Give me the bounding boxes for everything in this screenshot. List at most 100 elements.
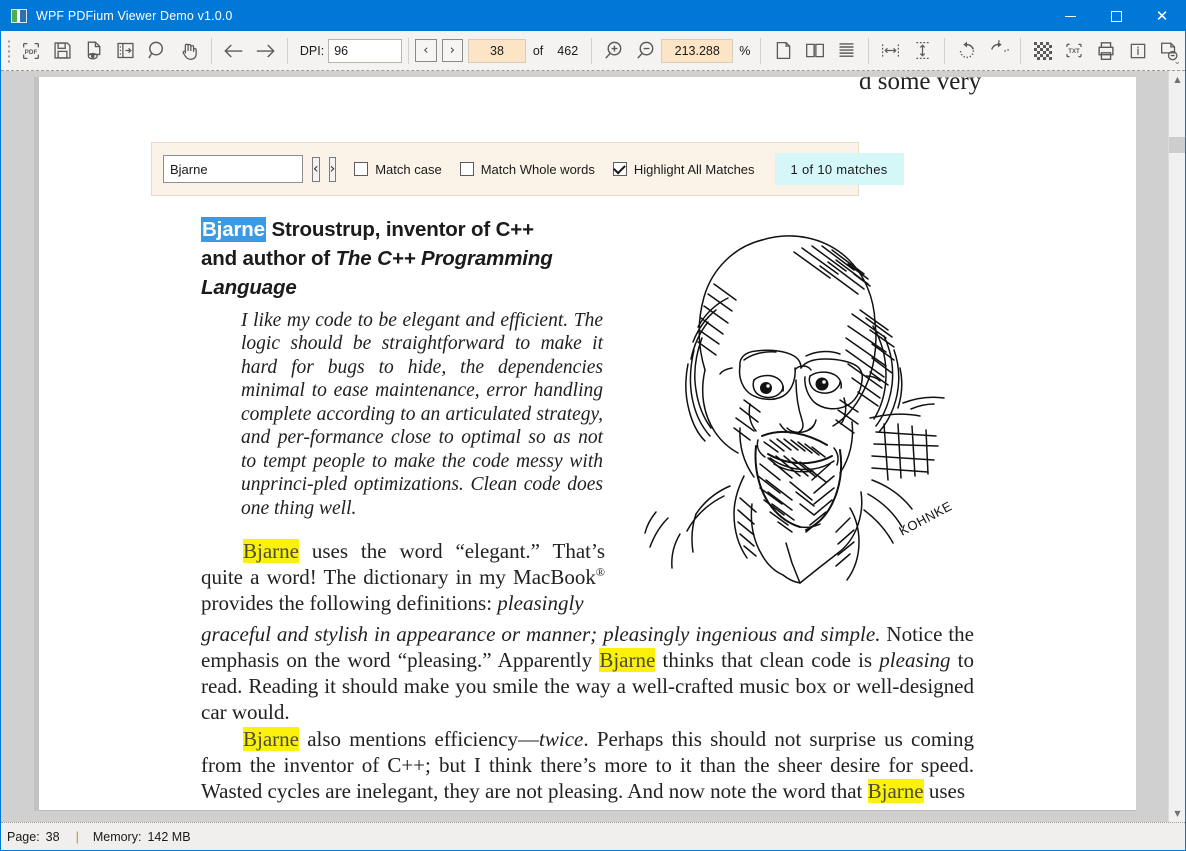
scroll-up-button[interactable]: ▲ (1169, 71, 1185, 88)
zoom-unit-label: % (739, 43, 751, 58)
body-paragraph-2: graceful and stylish in appearance or ma… (201, 622, 974, 726)
paragraph-3-text-3: uses (923, 778, 966, 803)
scroll-down-button[interactable]: ▼ (1169, 805, 1185, 822)
next-page-arrow-icon[interactable] (249, 34, 281, 68)
match-case-checkbox[interactable] (354, 162, 369, 176)
main-toolbar: PDF DPI: 96 ‹ › 38 of 462 213.288 % TXT … (1, 31, 1185, 71)
previous-page-arrow-icon[interactable] (218, 34, 250, 68)
find-previous-button[interactable]: ‹ (312, 156, 320, 182)
heading-line2-italic: The C++ Programming (335, 247, 553, 271)
print-icon[interactable] (1090, 34, 1122, 68)
search-input[interactable] (163, 155, 303, 183)
heading-line2-plain: and author of (201, 247, 336, 271)
heading-line1-rest: Stroustrup, inventor of C++ (265, 218, 534, 241)
search-icon[interactable] (142, 34, 174, 68)
app-icon (11, 9, 27, 23)
highlight-all-checkbox[interactable] (612, 162, 627, 176)
body-paragraph-1: Bjarne uses the word “elegant.” That’s q… (201, 539, 605, 617)
page-number-input[interactable]: 38 (468, 38, 526, 63)
clipped-top-text: d some very (859, 77, 982, 95)
document-heading: Bjarne Stroustrup, inventor of C++ and a… (201, 215, 593, 302)
toolbar-overflow-icon[interactable]: ⌄ (1173, 56, 1181, 67)
registered-mark: ® (595, 564, 605, 579)
toolbar-grip[interactable] (6, 37, 14, 64)
status-bar: Page: 38 | Memory: 142 MB (1, 822, 1185, 850)
toolbar-separator (408, 37, 410, 64)
toolbar-separator (1020, 37, 1022, 64)
toggle-sidebar-icon[interactable] (110, 34, 142, 68)
scrollbar-thumb[interactable] (1169, 137, 1185, 153)
dpi-label: DPI: (299, 43, 325, 58)
next-page-button[interactable]: › (441, 39, 464, 62)
rotate-counterclockwise-icon[interactable] (951, 34, 983, 68)
status-separator: | (75, 829, 79, 844)
status-memory-label: Memory: (92, 829, 142, 844)
page-count: 462 (557, 43, 579, 58)
fit-height-icon[interactable] (907, 34, 939, 68)
match-whole-words-checkbox[interactable] (459, 162, 474, 176)
status-page-label: Page: (7, 829, 40, 844)
match-case-label: Match case (375, 161, 442, 177)
open-pdf-icon[interactable]: PDF (15, 34, 47, 68)
match-highlight: Bjarne (867, 778, 924, 803)
match-highlight: Bjarne (243, 727, 299, 751)
highlight-all-label: Highlight All Matches (633, 161, 755, 177)
previous-page-button[interactable]: ‹ (415, 39, 437, 62)
minimize-button[interactable] (1047, 1, 1093, 31)
zoom-level-input[interactable]: 213.288 (661, 38, 734, 63)
status-page-value: 38 (45, 829, 60, 844)
match-highlight: Bjarne (599, 647, 656, 672)
svg-text:TXT: TXT (1069, 48, 1081, 55)
current-match-highlight: Bjarne (201, 217, 266, 242)
page-of-label: of (532, 43, 544, 58)
paragraph-1-text-2: provides the following definitions: (201, 590, 498, 615)
body-paragraph-3: Bjarne also mentions efficiency—twice. P… (201, 727, 974, 805)
portrait-signature: KOHNKE (896, 498, 954, 538)
match-highlight: Bjarne (243, 539, 299, 563)
zoom-out-icon[interactable] (630, 34, 662, 68)
svg-text:PDF: PDF (25, 48, 38, 55)
dpi-input[interactable] (328, 38, 403, 63)
vertical-scrollbar[interactable]: ▲ ▼ (1168, 71, 1185, 822)
title-bar: WPF PDFium Viewer Demo v1.0.0 ✕ (1, 1, 1185, 31)
maximize-button[interactable] (1093, 1, 1139, 31)
portrait-illustration: KOHNKE (644, 218, 964, 586)
window-title: WPF PDFium Viewer Demo v1.0.0 (36, 9, 233, 23)
paragraph-3-italic-1: twice (539, 727, 584, 751)
toolbar-separator (591, 37, 593, 64)
facing-pages-icon[interactable] (799, 34, 831, 68)
extract-text-icon[interactable]: TXT (1059, 34, 1091, 68)
toolbar-separator (868, 37, 869, 64)
continuous-pages-icon[interactable] (830, 34, 862, 68)
match-whole-words-label: Match Whole words (480, 161, 595, 177)
app-window: WPF PDFium Viewer Demo v1.0.0 ✕ PDF DPI:… (0, 0, 1186, 851)
fit-width-icon[interactable] (875, 34, 907, 68)
match-whole-words-option[interactable]: Match Whole words (459, 161, 595, 177)
status-memory-value: 142 MB (147, 829, 191, 844)
heading-line3-italic: Language (201, 276, 297, 300)
pan-hand-icon[interactable] (173, 34, 205, 68)
paragraph-2-italic-lead: graceful and stylish in appearance or ma… (201, 622, 881, 646)
toolbar-separator (210, 37, 212, 64)
window-controls: ✕ (1047, 1, 1185, 31)
paragraph-1-italic-1: pleasingly (497, 590, 584, 615)
find-panel: ‹ › Match case Match Whole words Highlig… (151, 142, 904, 196)
maximize-icon (1110, 10, 1122, 22)
single-page-icon[interactable] (767, 34, 799, 68)
paragraph-2-text-2: thinks that clean code is (655, 647, 880, 672)
document-preview-icon[interactable] (79, 34, 111, 68)
save-icon[interactable] (47, 34, 79, 68)
close-button[interactable]: ✕ (1139, 1, 1185, 31)
highlight-all-option[interactable]: Highlight All Matches (612, 161, 755, 177)
match-counter: 1 of 10 matches (774, 153, 904, 185)
document-info-icon[interactable] (1122, 34, 1154, 68)
find-next-button[interactable]: › (328, 156, 337, 182)
zoom-in-icon[interactable] (598, 34, 630, 68)
toolbar-separator (286, 37, 288, 64)
minimize-icon (1064, 15, 1076, 17)
rotate-clockwise-icon[interactable] (983, 34, 1015, 68)
render-grid-icon[interactable] (1027, 34, 1059, 68)
document-viewer: d some very Bjarne Stroustrup, inventor … (1, 71, 1185, 822)
match-case-option[interactable]: Match case (354, 161, 442, 177)
paragraph-2-italic-2: pleasing (879, 647, 951, 672)
